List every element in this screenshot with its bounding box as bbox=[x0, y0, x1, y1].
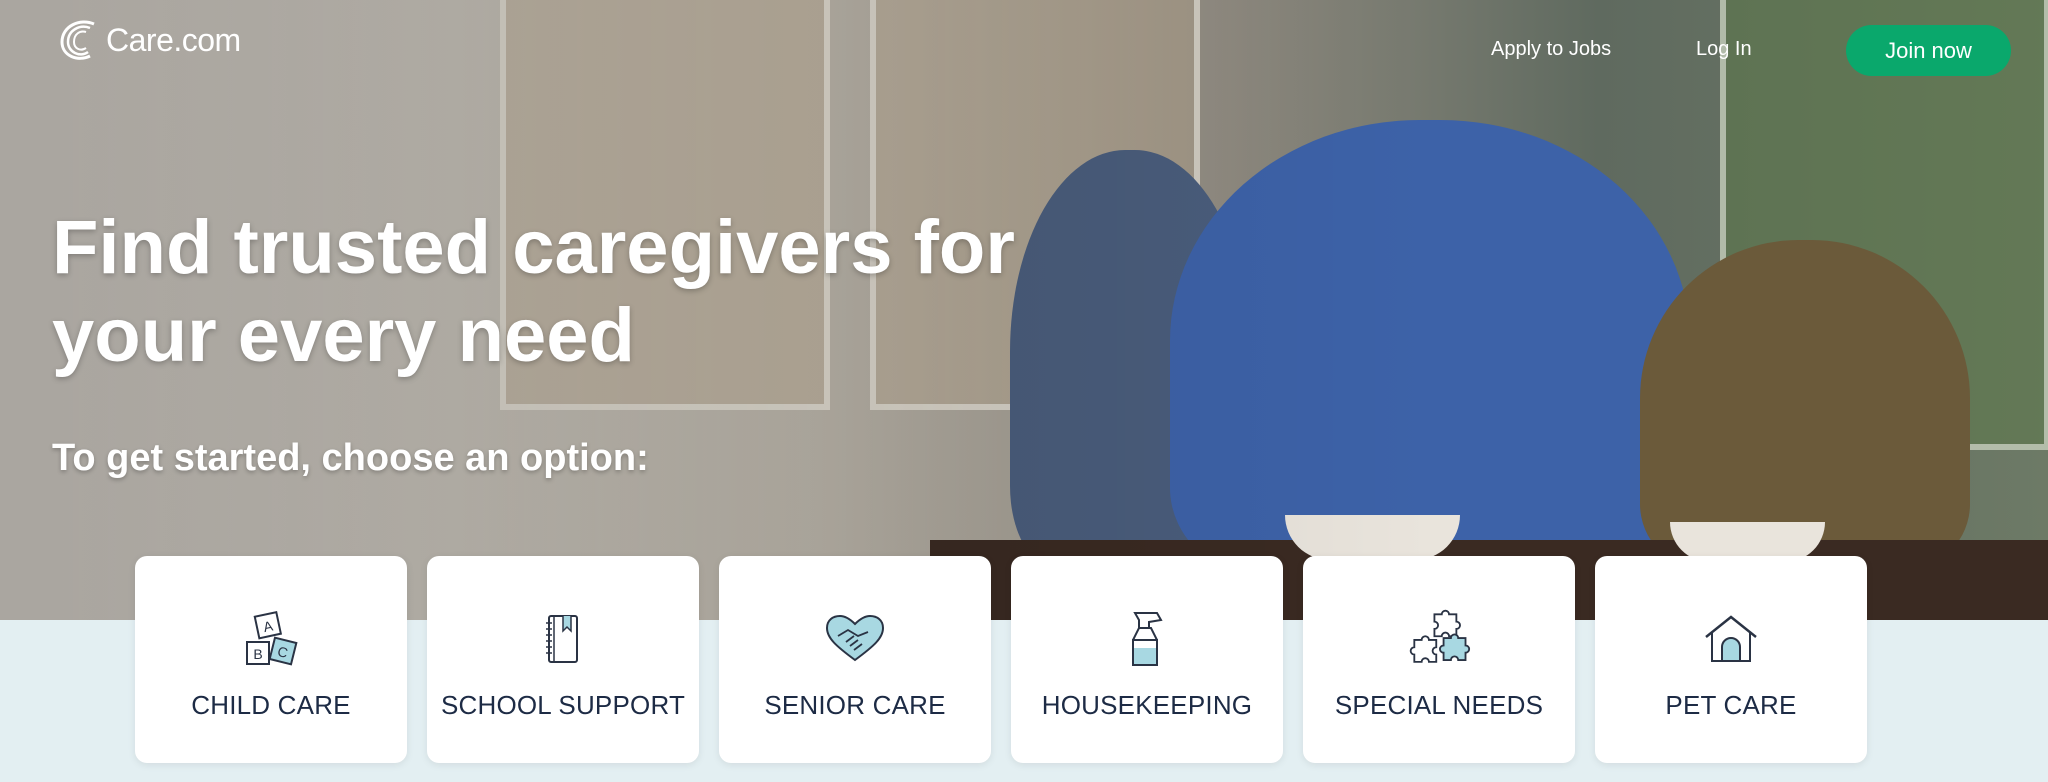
log-in-link[interactable]: Log In bbox=[1696, 38, 1752, 61]
special-needs-card[interactable]: SPECIAL NEEDS bbox=[1303, 556, 1575, 763]
notebook-icon bbox=[531, 608, 595, 670]
puzzle-icon bbox=[1407, 608, 1471, 670]
senior-care-card[interactable]: SENIOR CARE bbox=[719, 556, 991, 763]
child-care-card[interactable]: A B C CHILD CARE bbox=[135, 556, 407, 763]
logo-text: Care.com bbox=[106, 21, 241, 58]
card-label: SENIOR CARE bbox=[764, 690, 946, 720]
housekeeping-card[interactable]: HOUSEKEEPING bbox=[1011, 556, 1283, 763]
card-label: SPECIAL NEEDS bbox=[1334, 690, 1544, 720]
headline-line-2: your every need bbox=[52, 293, 635, 378]
card-label: HOUSEKEEPING bbox=[1041, 690, 1253, 720]
join-now-button[interactable]: Join now bbox=[1846, 25, 2011, 76]
doghouse-icon bbox=[1699, 608, 1763, 670]
card-label: SCHOOL SUPPORT bbox=[440, 690, 686, 720]
pet-care-card[interactable]: PET CARE bbox=[1595, 556, 1867, 763]
apply-to-jobs-link[interactable]: Apply to Jobs bbox=[1491, 38, 1611, 61]
headline-line-1: Find trusted caregivers for bbox=[52, 205, 1015, 290]
card-label: PET CARE bbox=[1665, 690, 1797, 720]
category-cards: A B C CHILD CARE SCHOOL SUPPORT SENIOR C… bbox=[135, 556, 1867, 763]
care-logo[interactable]: Care.com bbox=[56, 16, 241, 64]
card-label: CHILD CARE bbox=[191, 690, 351, 720]
abc-blocks-icon: A B C bbox=[239, 608, 303, 670]
spray-bottle-icon bbox=[1115, 608, 1179, 670]
heart-handshake-icon bbox=[823, 608, 887, 670]
care-logo-icon bbox=[60, 20, 95, 60]
hero-headline: Find trusted caregivers for your every n… bbox=[52, 204, 1052, 380]
svg-text:B: B bbox=[253, 646, 262, 662]
school-support-card[interactable]: SCHOOL SUPPORT bbox=[427, 556, 699, 763]
hero-subhead: To get started, choose an option: bbox=[52, 437, 649, 479]
